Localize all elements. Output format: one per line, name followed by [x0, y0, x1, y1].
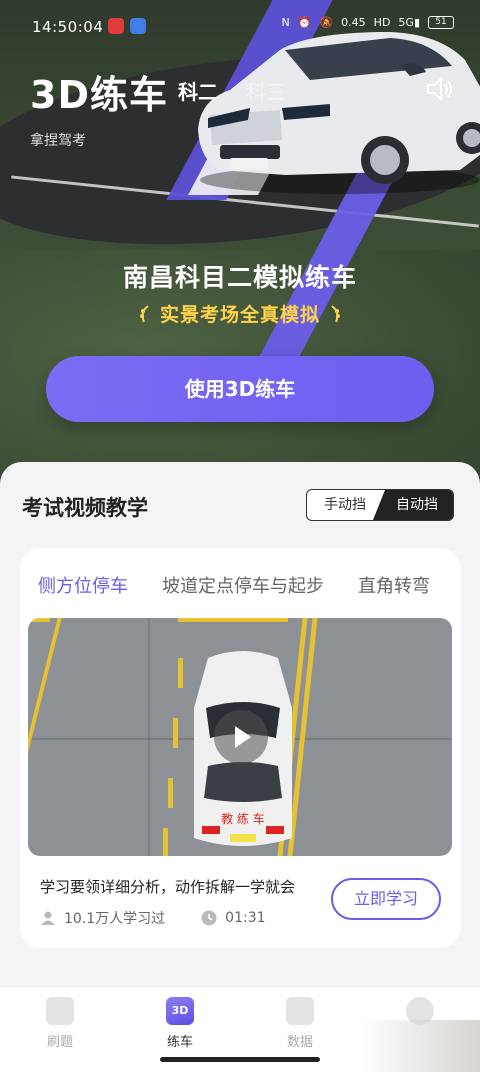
gear-toggle: 手动挡 自动挡: [306, 489, 454, 521]
tab-right-angle-turn[interactable]: 直角转弯: [358, 572, 430, 598]
net-speed: 0.45: [341, 16, 366, 29]
use-3d-button[interactable]: 使用3D练车: [46, 356, 434, 422]
video-duration: 01:31: [225, 910, 266, 926]
tab-subject-three[interactable]: 科三: [246, 76, 286, 105]
clock-icon: [201, 910, 217, 926]
nfc-icon: N: [281, 16, 290, 29]
tab-side-parking[interactable]: 侧方位停车: [38, 572, 128, 598]
section-title: 考试视频教学: [22, 496, 148, 520]
mute-icon: 🔕: [319, 16, 334, 29]
brand-slogan: 拿捏驾考: [30, 133, 86, 149]
learner-count: 10.1万人学习过: [64, 911, 166, 927]
hd-icon: HD: [373, 16, 391, 29]
video-thumbnail[interactable]: 教 练 车: [28, 618, 452, 856]
subject-tabs: 科二 科三: [178, 76, 286, 105]
app-notification-icon: [130, 18, 146, 34]
tab-slope-start[interactable]: 坡道定点停车与起步: [162, 572, 324, 598]
clock: 14:50:04: [32, 18, 104, 36]
auto-gear-option[interactable]: 自动挡: [373, 490, 453, 520]
3d-car-icon: 3D: [166, 997, 194, 1025]
nav-item-data[interactable]: 数据: [260, 997, 340, 1050]
laurel-left-icon: [139, 305, 149, 323]
speaker-icon[interactable]: [426, 76, 454, 102]
laurel-right-icon: [331, 305, 340, 323]
signal-icon: 5G▮: [398, 16, 420, 29]
play-icon[interactable]: [214, 710, 268, 764]
nav-item-practice[interactable]: 3D 练车: [140, 997, 220, 1050]
video-teaching-section: 考试视频教学 手动挡 自动挡 侧方位停车 坡道定点停车与起步 直角转弯 教 练 …: [0, 462, 480, 992]
video-description: 学习要领详细分析，动作拆解一学就会: [40, 878, 296, 896]
status-bar: 14:50:04 N ⏰ 🔕 0.45 HD 5G▮ 51: [0, 0, 480, 54]
hero-title: 南昌科目二模拟练车: [122, 263, 357, 292]
manual-gear-option[interactable]: 手动挡: [307, 490, 383, 520]
question-bank-icon: [46, 997, 74, 1025]
learn-now-button[interactable]: 立即学习: [331, 878, 441, 920]
tab-subject-two[interactable]: 科二: [178, 76, 218, 105]
nav-item-questions[interactable]: 刷题: [20, 997, 100, 1050]
hero-tagline: 实景考场全真模拟: [0, 300, 480, 327]
chart-icon: [286, 997, 314, 1025]
brand-logo: 3D练车: [30, 73, 168, 117]
alarm-icon: ⏰: [297, 16, 312, 29]
battery-icon: 51: [428, 16, 454, 29]
app-notification-icon: [108, 18, 124, 34]
coach-car-label: 教 练 车: [221, 811, 265, 826]
video-card: 侧方位停车 坡道定点停车与起步 直角转弯 教 练 车 学习要领详细分析，动作拆解…: [20, 548, 461, 948]
video-tabs: 侧方位停车 坡道定点停车与起步 直角转弯: [38, 572, 430, 598]
home-indicator[interactable]: [160, 1057, 320, 1062]
user-icon: [41, 911, 55, 925]
